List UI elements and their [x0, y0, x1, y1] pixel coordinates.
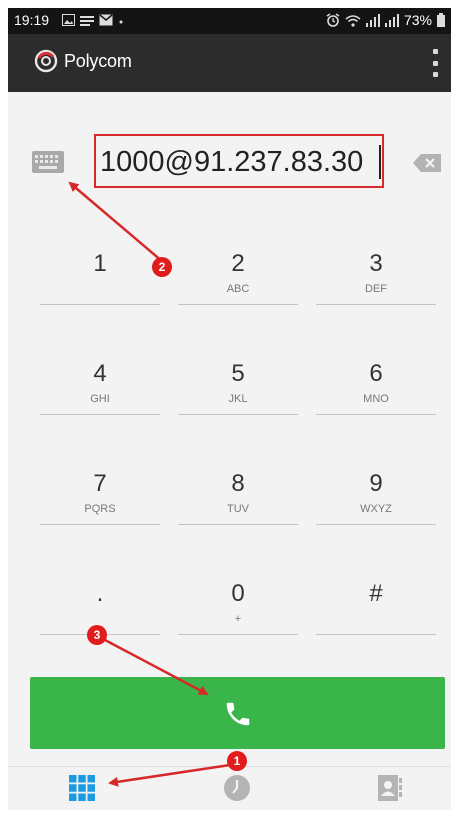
status-time: 19:19: [14, 12, 50, 28]
status-bar: 19:19 73%: [8, 8, 451, 34]
overflow-menu-icon[interactable]: [429, 49, 441, 77]
dialpad-key-2[interactable]: 2 ABC: [178, 248, 298, 305]
key-digit: 7: [93, 470, 107, 497]
key-letters: +: [234, 613, 242, 625]
wifi-icon: [345, 14, 361, 27]
dialpad-key-0[interactable]: 0 +: [178, 578, 298, 635]
app-bar: Polycom: [8, 34, 451, 92]
key-digit: 5: [231, 360, 245, 387]
image-notification-icon: [62, 14, 75, 26]
key-digit: 6: [369, 360, 383, 387]
call-button[interactable]: [30, 677, 445, 749]
dial-input-highlight: [94, 134, 384, 188]
key-digit: 1: [93, 250, 107, 277]
polycom-logo-icon: [34, 49, 58, 73]
annotation-badge-2: 2: [152, 257, 172, 277]
key-digit: 3: [369, 250, 383, 277]
dialpad-key-5[interactable]: 5 JKL: [178, 358, 298, 415]
dialpad-key-4[interactable]: 4 GHI: [40, 358, 160, 415]
notification-icons: [62, 14, 124, 26]
text-cursor: [379, 145, 381, 179]
key-letters: ABC: [226, 283, 250, 295]
polycom-logo: Polycom: [34, 49, 132, 73]
message-notification-icon: [80, 16, 94, 26]
clock-icon[interactable]: [223, 774, 251, 802]
dialpad-key-7[interactable]: 7 PQRS: [40, 468, 160, 525]
backspace-icon[interactable]: [413, 154, 441, 172]
key-letters: TUV: [227, 503, 249, 515]
key-digit: 8: [231, 470, 245, 497]
mail-notification-icon: [99, 14, 113, 26]
dialpad-key-1[interactable]: 1: [40, 248, 160, 305]
battery-percent: 73%: [403, 12, 432, 28]
keyboard-icon[interactable]: [32, 151, 64, 173]
dialpad-key-hash[interactable]: #: [316, 578, 436, 635]
key-digit: .: [96, 580, 104, 607]
key-digit: 0: [231, 580, 245, 607]
dialpad-grid-icon[interactable]: [68, 774, 96, 802]
phone-screen: 19:19 73% Polycom 1000@91.237.83.30 1 2 …: [8, 8, 451, 810]
key-letters: DEF: [365, 283, 387, 295]
annotation-badge-3: 3: [87, 625, 107, 645]
key-letters: MNO: [363, 393, 389, 405]
alarm-icon: [326, 13, 340, 27]
bottom-navigation: [8, 766, 451, 810]
phone-icon: [226, 702, 250, 726]
key-digit: 2: [231, 250, 245, 277]
dialpad-key-3[interactable]: 3 DEF: [316, 248, 436, 305]
dialpad-key-6[interactable]: 6 MNO: [316, 358, 436, 415]
more-notifications-dot-icon: [119, 20, 123, 24]
signal-icon-2: [384, 13, 399, 27]
status-right: 73%: [326, 12, 445, 28]
key-digit: 4: [93, 360, 107, 387]
annotation-badge-1: 1: [227, 751, 247, 771]
brand-name: Polycom: [64, 50, 132, 71]
dial-number-input[interactable]: [100, 144, 384, 180]
key-digit: 9: [369, 470, 383, 497]
key-letters: GHI: [90, 393, 110, 405]
signal-icon: [365, 13, 380, 27]
key-letters: WXYZ: [360, 503, 392, 515]
key-digit: #: [369, 580, 383, 607]
dialpad-key-8[interactable]: 8 TUV: [178, 468, 298, 525]
battery-icon: [437, 13, 445, 27]
key-letters: PQRS: [84, 503, 116, 515]
key-letters: JKL: [228, 393, 248, 405]
contacts-icon[interactable]: [376, 774, 404, 802]
dialpad-key-9[interactable]: 9 WXYZ: [316, 468, 436, 525]
